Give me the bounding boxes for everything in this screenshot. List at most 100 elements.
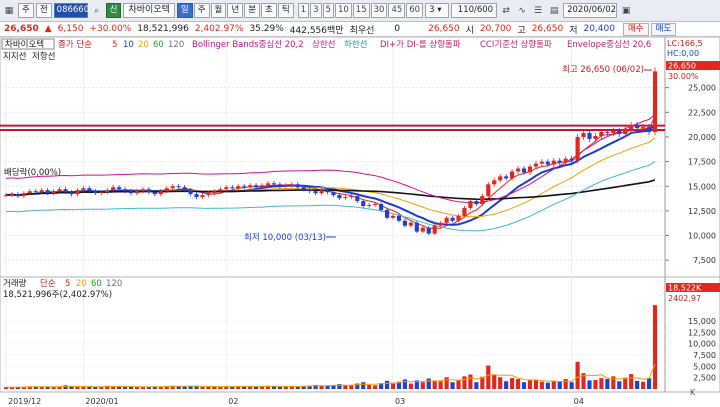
volume-unit: K — [690, 388, 696, 397]
candle-body — [641, 127, 646, 129]
interval-button-60[interactable]: 60 — [406, 3, 424, 18]
candle-body — [325, 190, 330, 193]
interval-select[interactable]: 3 ▾ — [425, 3, 450, 18]
volume-bar — [599, 378, 604, 389]
buy-button[interactable]: 매수 — [622, 22, 649, 36]
grid-icon[interactable]: ▦ — [2, 4, 16, 18]
volume-bar — [200, 386, 205, 389]
high-annotation: 최고 26,650 (06/02) — [562, 64, 644, 75]
low-value: 20,400 — [583, 24, 615, 34]
x-tick-label: 2019/12 — [8, 397, 41, 406]
candle-body — [176, 186, 181, 188]
interval-button-3[interactable]: 3 — [310, 3, 322, 18]
volume-bar — [319, 385, 324, 389]
volume-bar — [623, 377, 628, 389]
period-type-button[interactable]: 전 — [35, 3, 52, 18]
interval-button-5[interactable]: 5 — [322, 3, 334, 18]
candle-body — [432, 225, 437, 234]
compare-icon[interactable]: ∿ — [515, 4, 529, 18]
stock-code-input[interactable]: 086660 — [53, 3, 89, 18]
ex-dividend-annotation: 배당락(0,00%) — [4, 167, 61, 178]
candle-body — [21, 193, 26, 197]
volume-bar — [635, 380, 640, 389]
volume-legend-ma5: 5 — [65, 279, 70, 289]
candle-body — [218, 189, 223, 192]
volume-tick-label: 7,500 — [693, 351, 716, 360]
chart-type-button[interactable]: 주 — [18, 3, 34, 18]
candle-body — [450, 217, 455, 221]
candle-body — [307, 189, 312, 192]
candle-body — [81, 188, 86, 191]
candle-body — [99, 192, 104, 194]
candle-body — [623, 129, 628, 134]
legend-ma60: 60 — [153, 40, 164, 50]
calendar-icon[interactable]: ▣ — [619, 4, 633, 18]
candle-body — [361, 201, 366, 206]
volume-bar — [533, 380, 539, 389]
volume-bar — [361, 382, 366, 389]
price-tick-label: 25,000 — [688, 84, 716, 93]
period-button-4[interactable]: 분 — [244, 3, 261, 18]
candle-body — [194, 194, 199, 198]
sell-button[interactable]: 매도 — [650, 22, 677, 36]
period-button-1[interactable]: 주 — [193, 3, 210, 18]
low-annotation: 최저 10,000 (03/13) — [244, 232, 326, 243]
lc-label: LC:166,5 — [667, 39, 703, 48]
toolbar: ▦ 주 전 086660 ⌕ 신 차바이오텍 일주월년분초틱 1 3 5 10 15 30… — [0, 0, 720, 22]
candle-body — [617, 131, 622, 134]
volume-bar — [367, 384, 372, 389]
interval-button-10[interactable]: 10 — [334, 3, 352, 18]
period-button-2[interactable]: 월 — [210, 3, 227, 18]
interval-button-15[interactable]: 15 — [352, 3, 370, 18]
new-badge: 신 — [105, 3, 122, 18]
x-tick-label: 02 — [228, 397, 238, 406]
candle-body — [527, 166, 533, 173]
current-price: 26,650 — [4, 24, 39, 34]
period-button-6[interactable]: 틱 — [277, 3, 294, 18]
period-button-5[interactable]: 초 — [261, 3, 277, 18]
volume-bar — [75, 386, 80, 389]
candle-body — [3, 195, 9, 197]
chart-area[interactable]: 7,500 10,000 12,500 15,000 17,500 20,000 22,50… — [0, 36, 720, 407]
price-tick-label: 7,500 — [693, 256, 716, 265]
period-button-3[interactable]: 년 — [227, 3, 244, 18]
search-icon[interactable]: ⌕ — [90, 4, 104, 18]
candle-body — [379, 204, 384, 210]
arrow-icon[interactable]: ⇄ — [499, 4, 513, 18]
interval-button-30[interactable]: 30 — [370, 3, 388, 18]
legend-lower: 하한선 — [344, 39, 367, 50]
current-value: 26,650 — [428, 24, 460, 34]
candle-body — [635, 125, 640, 129]
trade-amount: 442,556백만 — [289, 25, 344, 36]
count-display[interactable]: 110/600 — [451, 3, 498, 18]
volume-bar — [545, 382, 550, 389]
volume-bar — [277, 386, 282, 389]
candle-body — [426, 227, 431, 234]
candlestick-chart[interactable]: 7,500 10,000 12,500 15,000 17,500 20,000 22,50… — [0, 36, 720, 407]
candle-body — [206, 193, 211, 196]
volume-tick-label: 12,500 — [688, 328, 716, 337]
interval-button-45[interactable]: 45 — [388, 3, 406, 18]
date-field[interactable]: 2020/06/02 — [563, 3, 618, 18]
high-value: 26,650 — [531, 24, 564, 34]
candle-body — [456, 215, 461, 221]
interval-button-1[interactable]: 1 — [297, 3, 310, 18]
candle-body — [331, 192, 336, 196]
volume-bar — [575, 361, 580, 389]
volume-bar — [212, 386, 217, 389]
volume-bar — [122, 387, 128, 389]
stock-name: 차바이오텍 — [123, 3, 175, 18]
period-button-0[interactable]: 일 — [176, 3, 193, 18]
candle-body — [480, 196, 485, 205]
candle-body — [224, 187, 229, 190]
legend-envelope: Envelope중심선 20,6 — [567, 39, 651, 50]
volume-bar — [182, 386, 187, 389]
candle-body — [248, 185, 253, 188]
volume-bar — [510, 378, 515, 389]
layout-icon[interactable]: ▤ — [547, 4, 561, 18]
settings-icon[interactable]: ☰ — [531, 4, 545, 18]
candle-body — [569, 158, 574, 161]
price-tick-label: 10,000 — [688, 232, 716, 241]
volume-bar — [587, 380, 592, 389]
candle-body — [69, 192, 74, 195]
